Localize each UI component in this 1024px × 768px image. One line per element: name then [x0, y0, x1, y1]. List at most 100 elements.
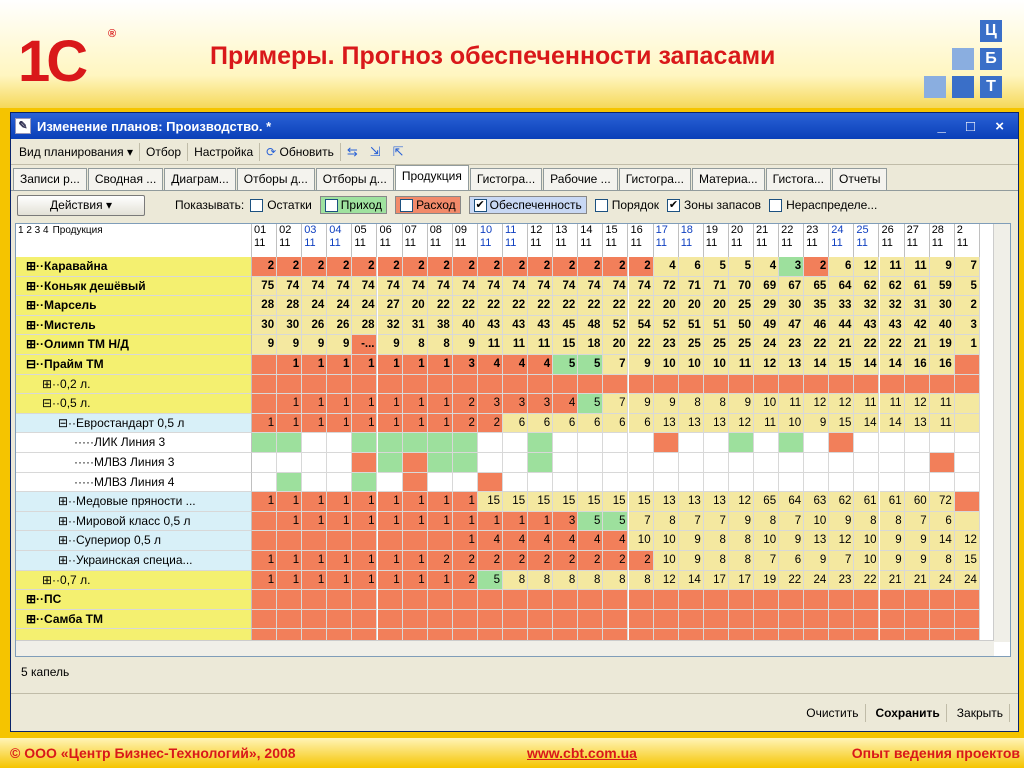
grid-cell[interactable]: 74 [452, 276, 478, 297]
grid-cell[interactable] [879, 590, 905, 610]
grid-cell[interactable]: 30 [929, 296, 955, 316]
grid-cell[interactable] [277, 374, 303, 395]
grid-cell[interactable]: 1 [427, 394, 453, 414]
grid-cell[interactable]: 14 [854, 413, 880, 434]
grid-cell[interactable]: 8 [402, 335, 428, 355]
grid-cell[interactable]: 7 [603, 355, 629, 375]
grid-cell[interactable] [252, 394, 278, 414]
grid-cell[interactable]: 12 [829, 531, 855, 551]
grid-cell[interactable] [402, 531, 428, 551]
grid-cell[interactable] [628, 590, 654, 610]
grid-cell[interactable] [904, 433, 930, 453]
grid-cell[interactable]: 11 [754, 413, 780, 434]
grid-cell[interactable]: 43 [528, 315, 554, 336]
grid-cell[interactable]: 8 [728, 551, 754, 571]
planning-view-menu[interactable]: Вид планирования ▾ [13, 142, 140, 161]
grid-cell[interactable]: 1 [402, 511, 428, 532]
grid-cell[interactable] [879, 453, 905, 473]
grid-cell[interactable] [779, 433, 805, 453]
grid-cell[interactable]: 5 [703, 257, 729, 277]
show-option[interactable]: Нераспределе... [769, 196, 877, 214]
grid-cell[interactable] [503, 433, 529, 453]
grid-cell[interactable]: 1 [402, 355, 428, 375]
grid-cell[interactable]: 45 [553, 315, 579, 336]
grid-cell[interactable] [252, 433, 278, 453]
grid-cell[interactable]: 62 [829, 492, 855, 512]
grid-cell[interactable]: 4 [528, 531, 554, 551]
grid-cell[interactable]: 74 [327, 276, 353, 297]
grid-cell[interactable] [327, 590, 353, 610]
grid-cell[interactable]: 13 [703, 492, 729, 512]
grid-cell[interactable] [754, 453, 780, 473]
grid-cell[interactable] [703, 472, 729, 493]
row-label[interactable]: ⊟··0,5 л. [16, 394, 252, 414]
grid-cell[interactable] [954, 374, 980, 395]
grid-cell[interactable]: 2 [402, 257, 428, 277]
grid-cell[interactable]: 2 [603, 257, 629, 277]
tab-item[interactable]: Отборы д... [315, 168, 394, 190]
grid-cell[interactable] [578, 433, 604, 453]
grid-cell[interactable] [929, 433, 955, 453]
grid-cell[interactable]: 1 [352, 394, 378, 414]
row-label[interactable]: ⊞··Супериор 0,5 л [16, 531, 252, 551]
grid-cell[interactable]: 62 [879, 276, 905, 297]
grid-cell[interactable]: 60 [904, 492, 930, 512]
grid-cell[interactable]: 2 [528, 551, 554, 571]
grid-cell[interactable] [703, 453, 729, 473]
grid-cell[interactable]: 2 [603, 551, 629, 571]
grid-cell[interactable]: 5 [954, 276, 980, 297]
grid-cell[interactable]: 70 [728, 276, 754, 297]
grid-cell[interactable] [728, 374, 754, 395]
grid-cell[interactable]: 30 [252, 315, 278, 336]
grid-cell[interactable]: 2 [553, 551, 579, 571]
grid-cell[interactable]: 1 [252, 551, 278, 571]
grid-cell[interactable] [528, 609, 554, 630]
grid-cell[interactable]: 69 [754, 276, 780, 297]
grid-cell[interactable] [678, 433, 704, 453]
grid-cell[interactable] [929, 374, 955, 395]
grid-cell[interactable]: 22 [854, 570, 880, 591]
grid-cell[interactable]: 2 [277, 257, 303, 277]
grid-cell[interactable]: 1 [327, 413, 353, 434]
checkbox[interactable]: ✔ [667, 198, 681, 212]
grid-cell[interactable] [854, 433, 880, 453]
grid-cell[interactable]: 43 [879, 315, 905, 336]
grid-cell[interactable]: 12 [728, 413, 754, 434]
tab-item[interactable]: Гистогра... [618, 168, 691, 190]
grid-cell[interactable] [553, 453, 579, 473]
grid-cell[interactable] [528, 374, 554, 395]
grid-cell[interactable]: 10 [653, 355, 679, 375]
grid-cell[interactable] [252, 453, 278, 473]
grid-cell[interactable] [628, 433, 654, 453]
grid-cell[interactable] [352, 590, 378, 610]
grid-cell[interactable]: 3 [477, 394, 503, 414]
grid-cell[interactable] [954, 433, 980, 453]
grid-cell[interactable]: 9 [302, 335, 328, 355]
grid-cell[interactable] [754, 609, 780, 630]
grid-cell[interactable] [804, 453, 830, 473]
grid-cell[interactable] [402, 590, 428, 610]
grid-cell[interactable]: 42 [904, 315, 930, 336]
product-grid[interactable]: 1 2 3 4 Продукция 01 11 02 11 03 11 04 11 05 11 06 11… [15, 223, 1011, 657]
grid-cell[interactable]: 43 [854, 315, 880, 336]
grid-cell[interactable]: 10 [754, 394, 780, 414]
grid-cell[interactable]: 2 [352, 257, 378, 277]
day-header[interactable]: 18 11 [678, 224, 704, 257]
grid-cell[interactable]: 27 [377, 296, 403, 316]
grid-cell[interactable]: 15 [954, 551, 980, 571]
grid-cell[interactable]: 15 [553, 335, 579, 355]
grid-cell[interactable] [578, 374, 604, 395]
grid-cell[interactable] [603, 590, 629, 610]
grid-cell[interactable]: 6 [603, 413, 629, 434]
grid-cell[interactable]: 32 [377, 315, 403, 336]
grid-cell[interactable]: 3 [779, 257, 805, 277]
tab-item[interactable]: Сводная ... [87, 168, 164, 190]
grid-cell[interactable]: 2 [578, 257, 604, 277]
grid-cell[interactable]: 10 [653, 531, 679, 551]
grid-cell[interactable]: 11 [854, 394, 880, 414]
grid-cell[interactable]: 1 [477, 511, 503, 532]
row-label[interactable]: ⊞··Украинская специа... [16, 551, 252, 571]
grid-cell[interactable] [277, 531, 303, 551]
grid-cell[interactable]: 8 [854, 511, 880, 532]
tab-item[interactable]: Гистога... [765, 168, 831, 190]
